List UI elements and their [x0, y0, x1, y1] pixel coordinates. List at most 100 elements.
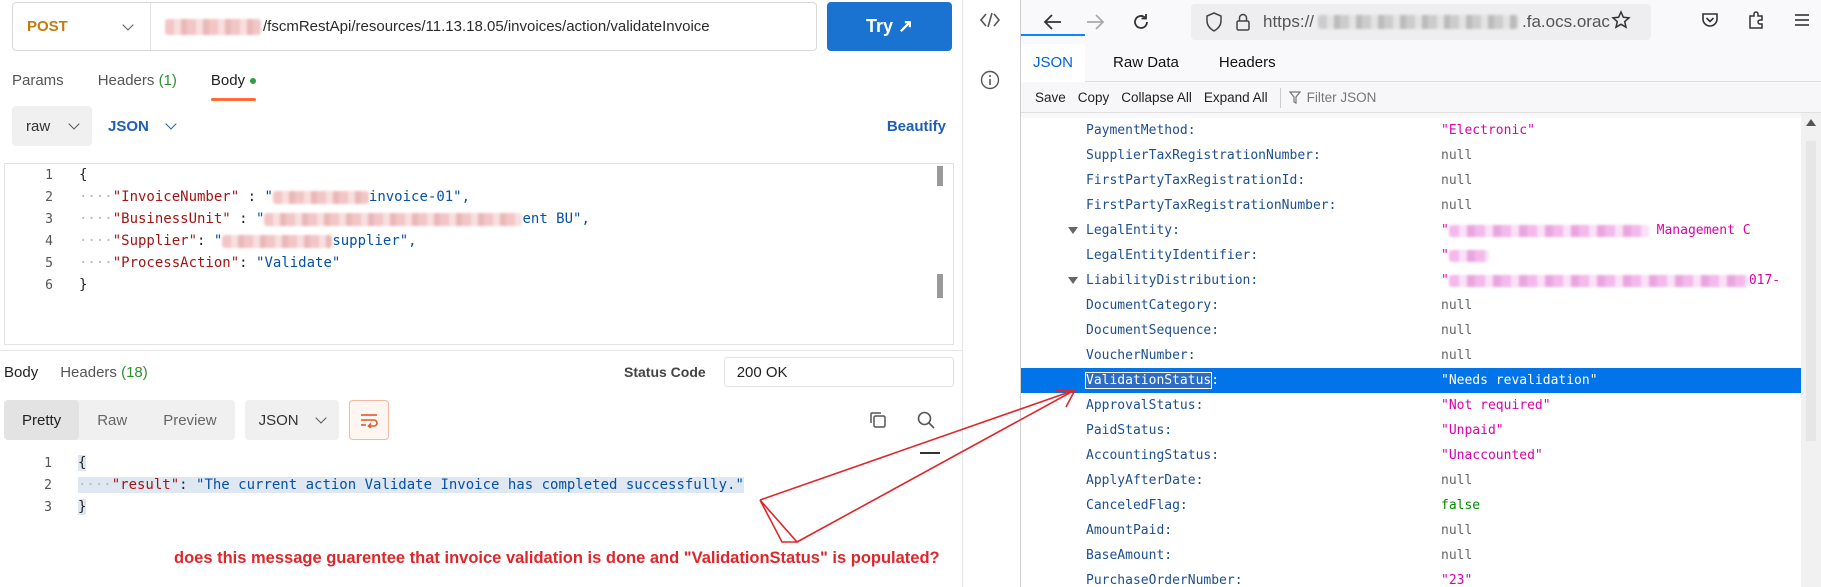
json-key-name: PaymentMethod:	[1086, 123, 1196, 138]
save-button[interactable]: Save	[1035, 90, 1066, 105]
shield-icon[interactable]	[1205, 12, 1223, 32]
json-row[interactable]: DocumentCategory: null	[1021, 293, 1802, 318]
code-line: 1 {	[4, 452, 87, 474]
code-line: 2 ····"result": "The current action Vali…	[4, 474, 744, 496]
json-value: "Electronic"	[1441, 123, 1535, 138]
toolbar-separator	[1279, 87, 1281, 108]
filter-json-input[interactable]: Filter JSON	[1288, 90, 1377, 105]
json-key-name: AccountingStatus:	[1086, 448, 1220, 463]
panel-divider[interactable]	[0, 350, 962, 351]
body-mode-select[interactable]: raw	[12, 106, 92, 146]
menu-icon[interactable]	[1792, 10, 1812, 30]
code-icon[interactable]	[978, 8, 1002, 32]
tab-json[interactable]: JSON	[1021, 34, 1086, 82]
json-key-name: AmountPaid:	[1086, 523, 1173, 538]
json-key: AmountPaid:	[1086, 523, 1172, 538]
response-format-select[interactable]: JSON	[244, 400, 339, 440]
view-pretty[interactable]: Pretty	[4, 400, 80, 440]
view-mode-toggle: Pretty Raw Preview	[4, 400, 235, 440]
reload-icon[interactable]	[1129, 10, 1153, 34]
json-row[interactable]: LegalEntityIdentifier: "	[1021, 243, 1802, 268]
code-line: 4 ····"Supplier": " supplier",	[5, 230, 416, 252]
json-key: "Supplier"	[112, 233, 198, 249]
json-key-suffix: :	[1211, 373, 1220, 388]
try-button[interactable]: Try ↗	[827, 2, 952, 51]
json-key: VoucherNumber:	[1086, 348, 1196, 363]
search-icon[interactable]	[916, 410, 936, 430]
response-tabs: Body Headers (18)	[4, 364, 170, 381]
editor-scrollbar[interactable]	[937, 166, 943, 186]
expand-all-button[interactable]: Expand All	[1204, 90, 1268, 105]
editor-scrollbar-thumb[interactable]	[937, 274, 943, 298]
json-row[interactable]: LegalEntity: " Management C	[1021, 218, 1802, 243]
json-value: "The current action Validate Invoice has…	[196, 477, 744, 493]
url-suffix: .fa.ocs.orac	[1522, 12, 1610, 31]
tab-body[interactable]: Body	[210, 72, 257, 101]
pocket-icon[interactable]	[1700, 10, 1720, 30]
json-row[interactable]: AccountingStatus: "Unaccounted"	[1021, 443, 1802, 468]
json-key: PaymentMethod:	[1086, 123, 1196, 138]
tab-response-headers[interactable]: Headers (18)	[60, 364, 148, 381]
body-options: raw JSON Beautify	[12, 106, 952, 146]
json-row[interactable]: CanceledFlag: false	[1021, 493, 1802, 518]
wrap-lines-button[interactable]	[348, 400, 389, 440]
request-url-bar[interactable]: POST /fscmRestApi/resources/11.13.18.05/…	[12, 2, 817, 51]
bookmark-star-icon[interactable]	[1611, 10, 1631, 35]
json-value: "Unpaid"	[1441, 423, 1504, 438]
json-row[interactable]: SupplierTaxRegistrationNumber: null	[1021, 143, 1802, 168]
json-row[interactable]: ApprovalStatus: "Not required"	[1021, 393, 1802, 418]
json-row[interactable]: LiabilityDistribution: " 017-	[1021, 268, 1802, 293]
json-value: "Needs revalidation"	[1441, 373, 1598, 388]
view-preview[interactable]: Preview	[145, 400, 234, 440]
json-row[interactable]: ValidationStatus: "Needs revalidation"	[1021, 368, 1802, 393]
tab-raw-data[interactable]: Raw Data	[1101, 54, 1191, 81]
modified-dot-icon	[250, 78, 257, 85]
tab-response-body[interactable]: Body	[4, 364, 38, 381]
json-key-name: LegalEntity:	[1086, 223, 1180, 238]
json-row[interactable]: ApplyAfterDate: null	[1021, 468, 1802, 493]
json-row[interactable]: BaseAmount: null	[1021, 543, 1802, 568]
address-bar[interactable]: https:// .fa.ocs.orac	[1191, 4, 1651, 40]
viewer-scrollbar[interactable]	[1801, 113, 1821, 587]
extensions-icon[interactable]	[1746, 10, 1766, 30]
code-line: 6 }	[5, 274, 87, 296]
forward-arrow-icon[interactable]	[1083, 10, 1107, 34]
json-sep: :	[239, 189, 265, 205]
expand-triangle-icon[interactable]	[1068, 277, 1078, 284]
scrollbar-thumb[interactable]	[1806, 141, 1816, 441]
json-row[interactable]: PaymentMethod: "Electronic"	[1021, 118, 1802, 143]
beautify-button[interactable]: Beautify	[887, 118, 946, 135]
copy-button[interactable]: Copy	[1078, 90, 1110, 105]
info-icon[interactable]	[978, 68, 1002, 92]
json-row[interactable]: VoucherNumber: null	[1021, 343, 1802, 368]
back-arrow-icon[interactable]	[1041, 10, 1065, 34]
copy-icon[interactable]	[868, 410, 888, 430]
json-row[interactable]: AmountPaid: null	[1021, 518, 1802, 543]
response-headers-count: (18)	[121, 364, 148, 381]
redacted-host	[165, 18, 261, 35]
tab-headers[interactable]: Headers (1)	[98, 72, 177, 101]
scroll-edge	[920, 452, 940, 454]
method-label: POST	[27, 18, 68, 35]
request-body-editor[interactable]: 1 { 2 ····"InvoiceNumber" : " invoice-01"…	[4, 163, 954, 345]
tab-params[interactable]: Params	[12, 72, 64, 101]
body-format-select[interactable]: JSON	[108, 118, 177, 135]
lock-icon[interactable]	[1235, 12, 1251, 32]
json-key-name: CanceledFlag:	[1086, 498, 1188, 513]
json-value: null	[1441, 298, 1472, 313]
view-raw[interactable]: Raw	[79, 400, 145, 440]
json-key: SupplierTaxRegistrationNumber:	[1086, 148, 1321, 163]
json-row[interactable]: PurchaseOrderNumber: "23"	[1021, 568, 1802, 587]
expand-triangle-icon[interactable]	[1068, 227, 1078, 234]
collapse-all-button[interactable]: Collapse All	[1121, 90, 1192, 105]
json-row[interactable]: PaidStatus: "Unpaid"	[1021, 418, 1802, 443]
json-value-text: null	[1441, 298, 1473, 313]
json-row[interactable]: DocumentSequence: null	[1021, 318, 1802, 343]
json-row[interactable]: FirstPartyTaxRegistrationId: null	[1021, 168, 1802, 193]
method-select[interactable]: POST	[13, 3, 151, 50]
filter-placeholder: Filter JSON	[1306, 90, 1377, 105]
json-row[interactable]: FirstPartyTaxRegistrationNumber: null	[1021, 193, 1802, 218]
scroll-up-arrow-icon[interactable]	[1806, 119, 1816, 126]
url-input[interactable]: /fscmRestApi/resources/11.13.18.05/invoi…	[151, 18, 710, 35]
tab-headers[interactable]: Headers	[1207, 54, 1288, 81]
